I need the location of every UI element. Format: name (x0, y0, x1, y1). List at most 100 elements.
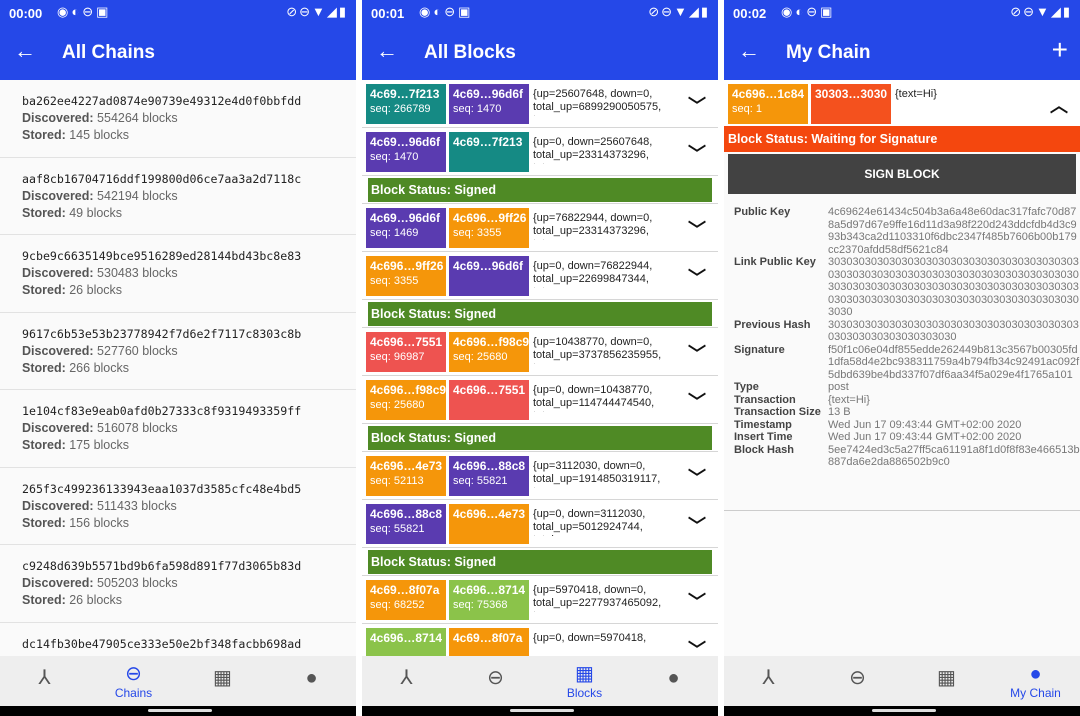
system-icons: ⊘⊖▼◢▮ (1010, 4, 1072, 19)
link-key-short: 4c696…4e73 (453, 507, 526, 521)
nav-network[interactable]: ⅄ (0, 656, 89, 706)
arrow-left-icon[interactable]: ← (376, 39, 398, 63)
nav-my-chain[interactable]: ● (629, 656, 718, 706)
stored-row: Stored: 266 blocks (22, 361, 342, 375)
stored-label: Stored: (22, 205, 66, 220)
block-row[interactable]: 4c696…4e73 seq: 52113 4c696…88c8 seq: 55821… (362, 452, 718, 500)
block-row[interactable]: 4c696…1c84 seq: 1 30303…3030 {text=Hi} ︿ (724, 80, 1080, 126)
chevron-down-icon[interactable]: ﹀ (688, 512, 706, 538)
block-row[interactable]: 4c69…7f213 seq: 266789 4c69…96d6f seq: 1470… (362, 80, 718, 128)
chain-list-item[interactable]: 1e104cf83e9eab0afd0b27333c8f9319493359ff… (0, 390, 356, 468)
public-key-tile: 4c696…8714 (366, 628, 446, 656)
chevron-down-icon[interactable]: ﹀ (688, 140, 706, 166)
sequence-number: seq: 1 (732, 103, 762, 115)
block-row[interactable]: 4c696…7551 seq: 96987 4c696…f98c9 seq: 2568… (362, 328, 718, 376)
block-row[interactable]: 4c696…88c8 seq: 55821 4c696…4e73 {up=0, dow… (362, 500, 718, 548)
public-key-short: 4c696…1c84 (732, 87, 805, 101)
transaction-preview: {up=10438770, down=0, total_up=373785623… (533, 336, 662, 364)
link-key-short: 4c69…7f213 (453, 135, 523, 149)
chain-list-item[interactable]: 9cbe9c6635149bce9516289ed28144bd43bc8e83… (0, 235, 356, 313)
discovered-row: Discovered: 527760 blocks (22, 344, 342, 358)
public-key-tile: 4c696…f98c9 seq: 25680 (366, 380, 446, 420)
nav-network[interactable]: ⅄ (724, 656, 813, 706)
chevron-down-icon[interactable]: ﹀ (688, 340, 706, 366)
grid-icon: ▦ (213, 667, 232, 689)
nav-blocks[interactable]: ▦ (178, 656, 267, 706)
chevron-down-icon[interactable]: ﹀ (688, 588, 706, 614)
nav-blocks[interactable]: ▦ Blocks (540, 656, 629, 706)
nav-my-chain[interactable]: ● (267, 656, 356, 706)
arrow-left-icon[interactable]: ← (738, 39, 760, 63)
block-status-row: Block Status: Signed (362, 176, 718, 204)
status-bar: 00:00 ◉◐⊖▣ ⊘⊖▼◢▮ (0, 0, 356, 27)
detail-key: Previous Hash (734, 318, 811, 331)
link-key-tile: 4c696…8714 seq: 75368 (449, 580, 529, 620)
plus-icon[interactable]: + (1052, 36, 1068, 64)
chain-list-item[interactable]: 9617c6b53e53b23778942f7d6e2f7117c8303c8b… (0, 313, 356, 390)
block-status-signed: Block Status: Signed (368, 550, 712, 574)
nav-network[interactable]: ⅄ (362, 656, 451, 706)
network-icon: ⅄ (762, 667, 775, 689)
chevron-down-icon[interactable]: ﹀ (688, 636, 706, 656)
chain-list-item[interactable]: aaf8cb16704716ddf199800d06ce7aa3a2d7118c… (0, 158, 356, 235)
block-row[interactable]: 4c696…8714 4c69…8f07a {up=0, down=5970418,… (362, 624, 718, 656)
chain-hash: aaf8cb16704716ddf199800d06ce7aa3a2d7118c (22, 171, 302, 186)
chevron-up-icon[interactable]: ︿ (1050, 92, 1068, 118)
stored-row: Stored: 26 blocks (22, 593, 342, 607)
chain-list-item[interactable]: 265f3c499236133943eaa1037d3585cfc48e4bd5… (0, 468, 356, 545)
chevron-down-icon[interactable]: ﹀ (688, 464, 706, 490)
sequence-number: seq: 25680 (370, 399, 425, 411)
nav-blocks[interactable]: ▦ (902, 656, 991, 706)
link-key-short: 4c696…9ff26 (453, 211, 527, 225)
chain-hash: 9617c6b53e53b23778942f7d6e2f7117c8303c8b (22, 326, 302, 341)
chain-hash: 1e104cf83e9eab0afd0b27333c8f9319493359ff (22, 404, 302, 418)
discovered-row: Discovered: 554264 blocks (22, 111, 342, 125)
gesture-bar (724, 706, 1080, 716)
chevron-down-icon[interactable]: ﹀ (688, 264, 706, 290)
block-row[interactable]: 4c696…9ff26 seq: 3355 4c69…96d6f {up=0, dow… (362, 252, 718, 300)
chain-list-item[interactable]: dc14fb30be47905ce333e50e2bf348facbb698ad (0, 623, 356, 657)
nav-chains[interactable]: ⊖ Chains (89, 656, 178, 706)
chevron-down-icon[interactable]: ﹀ (688, 216, 706, 242)
transaction-preview: {up=3112030, down=0, total_up=1914850319… (533, 460, 661, 488)
public-key-tile: 4c696…1c84 seq: 1 (728, 84, 808, 124)
chain-list-item[interactable]: c9248d639b5571bd9b6fa598d891f77d3065b83d… (0, 545, 356, 623)
public-key-short: 4c69…96d6f (370, 135, 441, 149)
block-row[interactable]: 4c69…96d6f seq: 1469 4c696…9ff26 seq: 3355 {… (362, 204, 718, 252)
detail-value: f50f1c06e04df855edde262449b813c3567b0030… (828, 343, 1080, 381)
block-status-row: Block Status: Signed (362, 424, 718, 452)
nav-my-chain[interactable]: ● My Chain (991, 656, 1080, 706)
public-key-tile: 4c696…7551 seq: 96987 (366, 332, 446, 372)
nav-my-chain-label: My Chain (1010, 686, 1061, 700)
arrow-left-icon[interactable]: ← (14, 39, 36, 63)
chain-list-item[interactable]: ba262ee4227ad0874e90739e49312e4d0f0bbfdd… (0, 80, 356, 158)
link-key-short: 4c69…96d6f (453, 87, 524, 101)
discovered-row: Discovered: 511433 blocks (22, 499, 342, 513)
block-row[interactable]: 4c69…96d6f seq: 1470 4c69…7f213 {up=0, down… (362, 128, 718, 176)
detail-row: Transaction {text=Hi} (734, 394, 1080, 407)
sequence-number: seq: 1469 (370, 227, 419, 239)
block-status-waiting: Block Status: Waiting for Signature (724, 126, 1080, 152)
nav-chains-label: Chains (114, 686, 153, 700)
person-icon: ● (1029, 663, 1042, 685)
discovered-row: Discovered: 505203 blocks (22, 576, 342, 590)
page-title: All Blocks (424, 42, 516, 63)
stored-value: 156 blocks (69, 515, 129, 530)
status-bar: 00:01 ◉◐⊖▣ ⊘⊖▼◢▮ (362, 0, 718, 27)
notification-icons: ◉◐⊖▣ (781, 4, 836, 19)
chevron-down-icon[interactable]: ﹀ (688, 388, 706, 414)
sign-block-button[interactable]: SIGN BLOCK (728, 154, 1076, 194)
discovered-label: Discovered: (22, 111, 94, 125)
nav-chains[interactable]: ⊖ (451, 656, 540, 706)
block-row[interactable]: 4c69…8f07a seq: 68252 4c696…8714 seq: 75368… (362, 576, 718, 624)
link-key-short: 4c69…96d6f (453, 259, 524, 273)
block-status-signed: Block Status: Signed (368, 178, 712, 202)
chevron-down-icon[interactable]: ﹀ (688, 92, 706, 118)
discovered-value: 505203 blocks (97, 576, 178, 590)
public-key-short: 4c696…f98c9 (370, 383, 447, 397)
network-icon: ⅄ (38, 667, 51, 689)
discovered-label: Discovered: (22, 343, 94, 358)
public-key-short: 4c696…7551 (370, 335, 443, 349)
block-row[interactable]: 4c696…f98c9 seq: 25680 4c696…7551 {up=0, do… (362, 376, 718, 424)
nav-chains[interactable]: ⊖ (813, 656, 902, 706)
